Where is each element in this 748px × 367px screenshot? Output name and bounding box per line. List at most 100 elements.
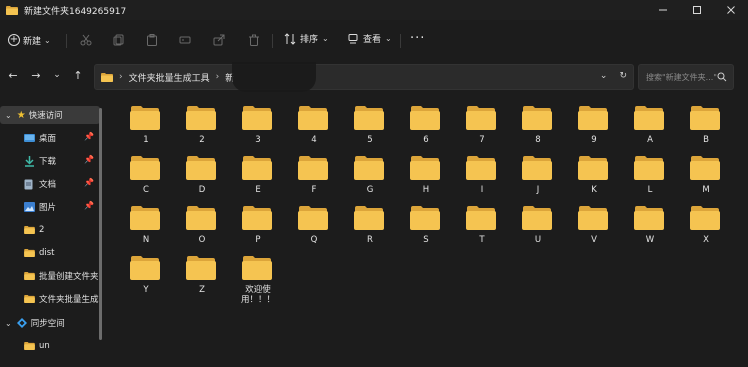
folder-item[interactable]: 欢迎使用！！！ bbox=[230, 252, 286, 305]
folder-item[interactable]: R bbox=[342, 202, 398, 254]
breadcrumb-segment[interactable]: 文件夹批量生成工具 bbox=[129, 71, 210, 84]
sort-icon bbox=[284, 32, 296, 45]
folder-name: B bbox=[703, 135, 709, 145]
close-button[interactable] bbox=[714, 0, 748, 20]
sidebar-scrollbar[interactable] bbox=[99, 108, 102, 340]
folder-item[interactable]: X bbox=[678, 202, 734, 254]
folder-item[interactable]: 1 bbox=[118, 102, 174, 154]
search-placeholder: 搜索"新建文件夹..." bbox=[646, 72, 717, 82]
folder-item[interactable]: W bbox=[622, 202, 678, 254]
folder-item[interactable]: A bbox=[622, 102, 678, 154]
folder-icon bbox=[466, 106, 496, 130]
maximize-icon bbox=[693, 6, 701, 14]
folder-item[interactable]: Z bbox=[174, 252, 230, 304]
copy-icon[interactable] bbox=[111, 32, 127, 48]
folder-icon bbox=[186, 106, 216, 130]
folder-item[interactable]: U bbox=[510, 202, 566, 254]
folder-item[interactable]: Y bbox=[118, 252, 174, 304]
folder-item[interactable]: 8 bbox=[510, 102, 566, 154]
folder-item[interactable]: E bbox=[230, 152, 286, 204]
sidebar-item-batch-create[interactable]: 批量创建文件夹 bbox=[0, 267, 100, 285]
picture-icon bbox=[24, 202, 35, 212]
sidebar-item-un[interactable]: un bbox=[0, 337, 100, 355]
folder-item[interactable]: I bbox=[454, 152, 510, 204]
maximize-button[interactable] bbox=[680, 0, 714, 20]
star-icon: ★ bbox=[16, 109, 26, 121]
sidebar-item-label: 批量创建文件夹 bbox=[39, 272, 99, 282]
folder-item[interactable]: D bbox=[174, 152, 230, 204]
folder-item[interactable]: 7 bbox=[454, 102, 510, 154]
sidebar-item-pictures[interactable]: 图片 📌 bbox=[0, 198, 100, 216]
folder-item[interactable]: T bbox=[454, 202, 510, 254]
share-icon[interactable] bbox=[211, 32, 227, 48]
folder-item[interactable]: O bbox=[174, 202, 230, 254]
folder-item[interactable]: P bbox=[230, 202, 286, 254]
forward-button[interactable]: → bbox=[29, 68, 43, 82]
sidebar-item-quick-access[interactable]: ⌄ ★ 快速访问 bbox=[0, 106, 100, 124]
folder-icon bbox=[410, 206, 440, 230]
folder-icon bbox=[634, 206, 664, 230]
folder-item[interactable]: Q bbox=[286, 202, 342, 254]
folder-icon bbox=[578, 156, 608, 180]
folder-icon bbox=[354, 206, 384, 230]
close-icon bbox=[727, 6, 735, 14]
folder-icon bbox=[186, 206, 216, 230]
search-input[interactable]: 搜索"新建文件夹..." bbox=[638, 64, 734, 90]
folder-name: I bbox=[480, 185, 484, 195]
folder-icon bbox=[130, 256, 160, 280]
delete-icon[interactable] bbox=[246, 32, 262, 48]
chevron-down-icon: ⌄ bbox=[44, 35, 51, 45]
pin-icon: 📌 bbox=[84, 155, 94, 164]
cut-icon[interactable] bbox=[78, 32, 94, 48]
folder-item[interactable]: J bbox=[510, 152, 566, 204]
folder-item[interactable]: S bbox=[398, 202, 454, 254]
folder-item[interactable]: G bbox=[342, 152, 398, 204]
recent-locations-button[interactable]: ⌄ bbox=[50, 68, 64, 82]
folder-name: U bbox=[534, 235, 542, 245]
folder-name: N bbox=[142, 235, 150, 245]
folder-icon bbox=[242, 206, 272, 230]
back-button[interactable]: ← bbox=[6, 68, 20, 82]
folder-item[interactable]: 5 bbox=[342, 102, 398, 154]
plus-icon: + bbox=[8, 34, 20, 46]
document-icon bbox=[24, 179, 33, 189]
sidebar-item-batch-generate[interactable]: 文件夹批量生成 bbox=[0, 290, 100, 308]
rename-icon[interactable] bbox=[177, 32, 193, 48]
paste-icon[interactable] bbox=[144, 32, 160, 48]
new-button[interactable]: + 新建 ⌄ bbox=[8, 30, 51, 50]
folder-item[interactable]: B bbox=[678, 102, 734, 154]
folder-item[interactable]: N bbox=[118, 202, 174, 254]
sidebar-item-documents[interactable]: 文档 📌 bbox=[0, 175, 100, 193]
refresh-icon[interactable]: ↻ bbox=[619, 71, 627, 81]
folder-item[interactable]: 6 bbox=[398, 102, 454, 154]
sidebar-item-downloads[interactable]: 下载 📌 bbox=[0, 152, 100, 170]
sidebar-item-desktop[interactable]: 桌面 📌 bbox=[0, 129, 100, 147]
folder-name: Z bbox=[199, 285, 205, 295]
folder-item[interactable]: L bbox=[622, 152, 678, 204]
folder-item[interactable]: 4 bbox=[286, 102, 342, 154]
folder-icon bbox=[522, 106, 552, 130]
folder-item[interactable]: V bbox=[566, 202, 622, 254]
folder-item[interactable]: 3 bbox=[230, 102, 286, 154]
toolbar-divider bbox=[272, 34, 273, 48]
sidebar-item-sync-space[interactable]: ⌄ 同步空间 bbox=[0, 314, 100, 332]
address-bar[interactable]: › 文件夹批量生成工具 › 新 ⌄ ↻ bbox=[94, 64, 634, 90]
sidebar-item-folder-2[interactable]: 2 bbox=[0, 221, 100, 239]
folder-item[interactable]: F bbox=[286, 152, 342, 204]
folder-item[interactable]: M bbox=[678, 152, 734, 204]
folder-item[interactable]: 2 bbox=[174, 102, 230, 154]
folder-item[interactable]: K bbox=[566, 152, 622, 204]
up-button[interactable]: ↑ bbox=[71, 68, 85, 82]
folder-icon bbox=[690, 106, 720, 130]
sidebar-item-label: 快速访问 bbox=[28, 111, 63, 121]
folder-icon bbox=[242, 156, 272, 180]
minimize-button[interactable] bbox=[646, 0, 680, 20]
more-options-button[interactable]: ··· bbox=[410, 31, 425, 46]
sort-button[interactable]: 排序 ⌄ bbox=[284, 32, 329, 45]
sidebar-item-dist[interactable]: dist bbox=[0, 244, 100, 262]
address-dropdown-icon[interactable]: ⌄ bbox=[600, 71, 608, 81]
view-button[interactable]: 查看 ⌄ bbox=[347, 32, 392, 45]
folder-item[interactable]: C bbox=[118, 152, 174, 204]
folder-item[interactable]: 9 bbox=[566, 102, 622, 154]
folder-item[interactable]: H bbox=[398, 152, 454, 204]
